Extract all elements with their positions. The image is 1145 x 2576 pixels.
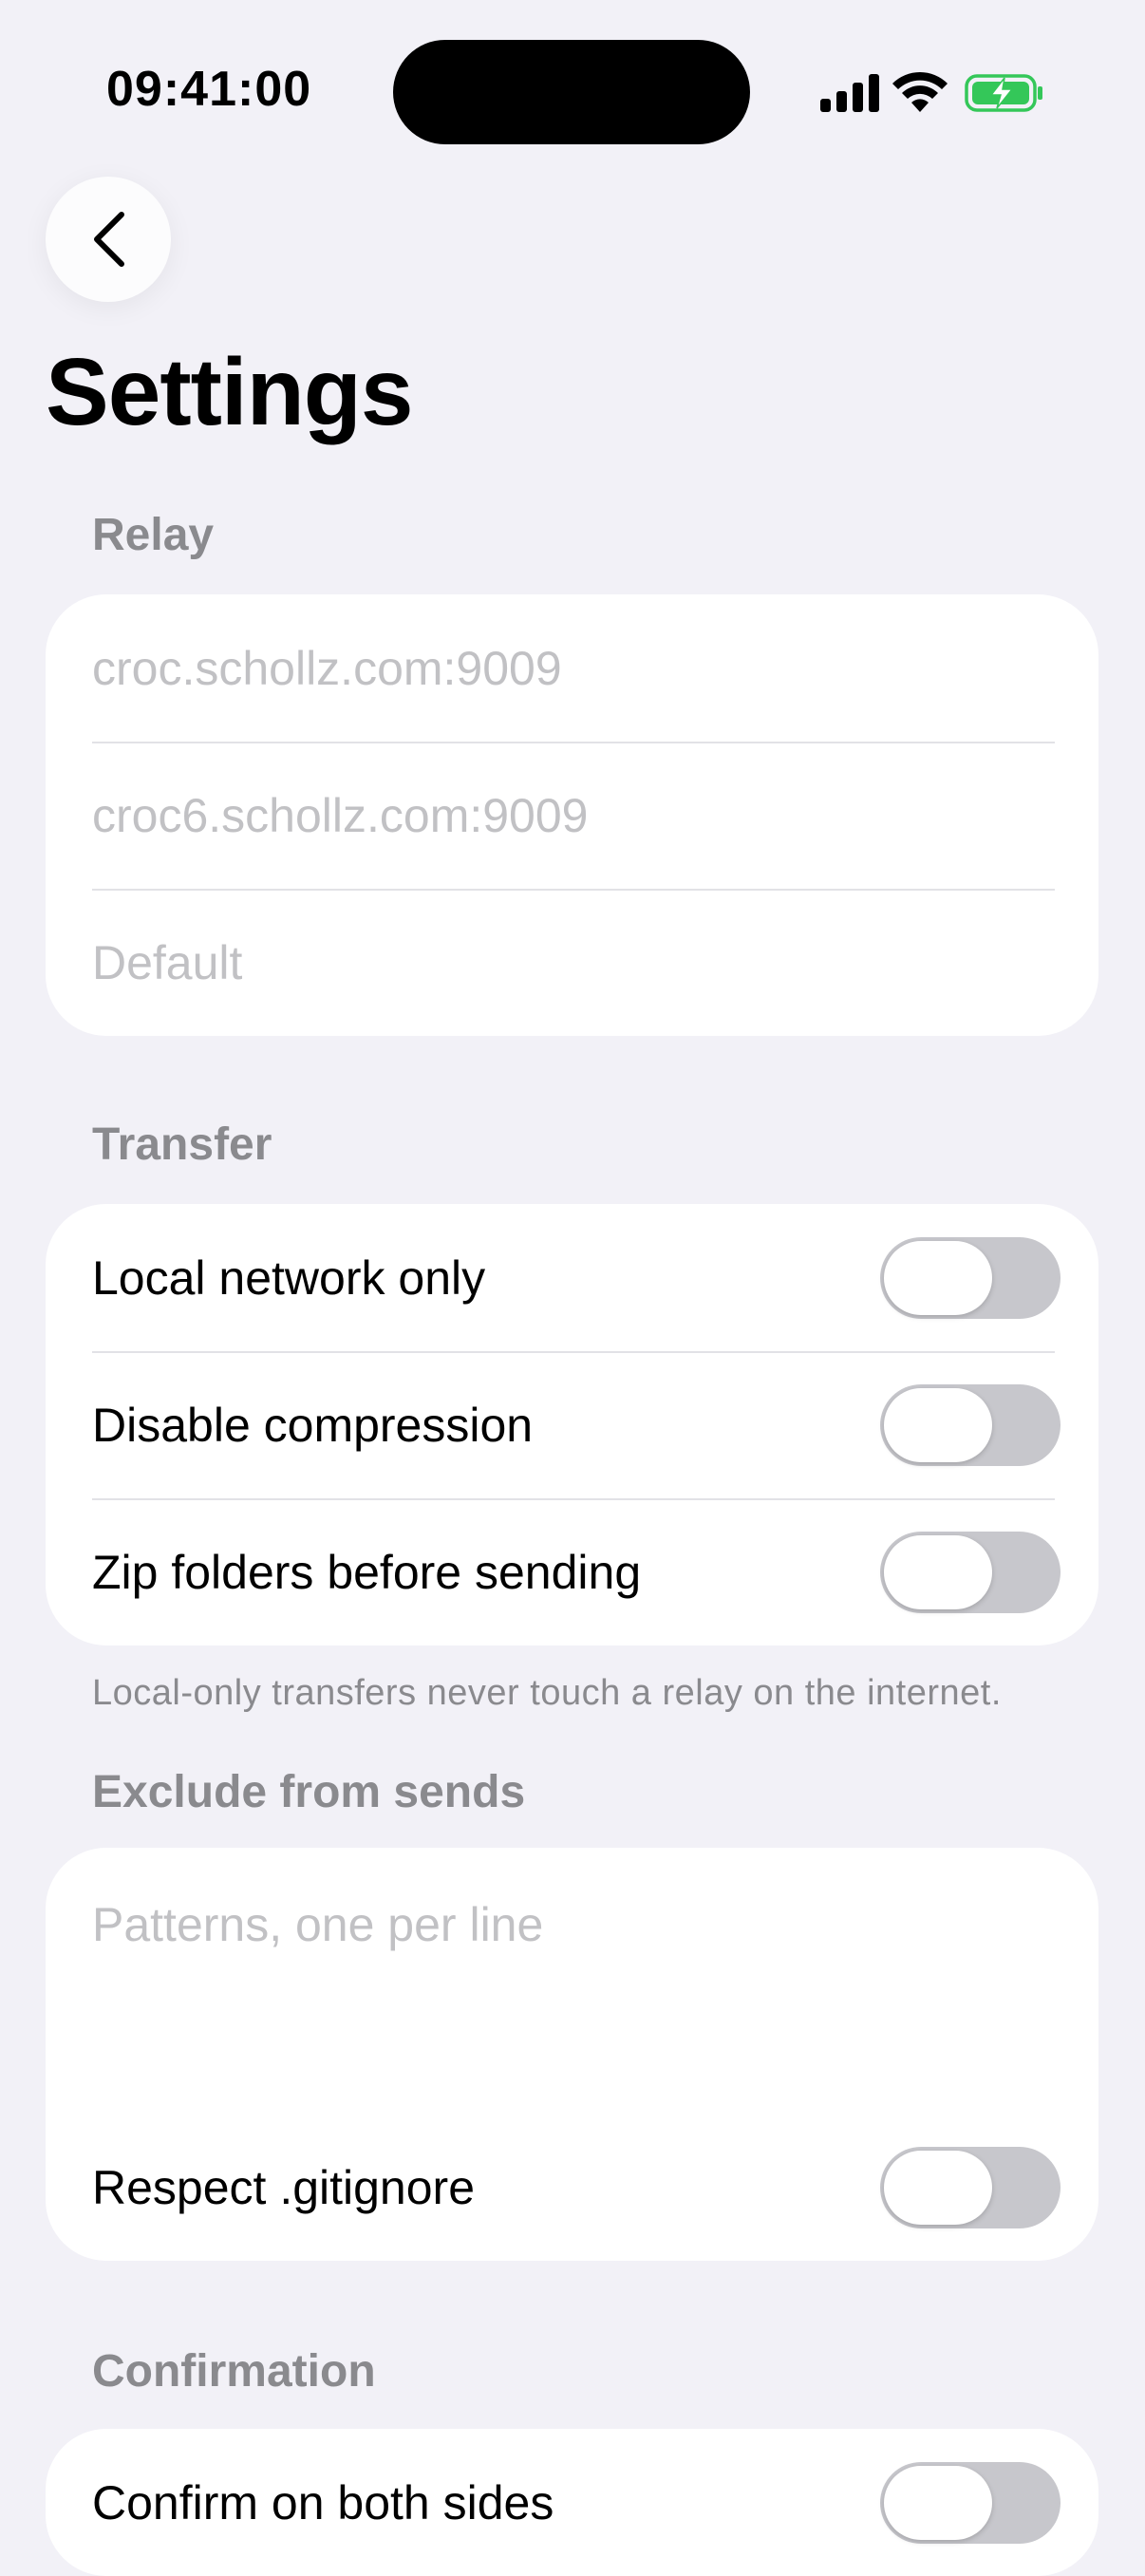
- section-header-relay: Relay: [92, 510, 215, 560]
- battery-charging-icon: [965, 74, 1042, 112]
- relay-password-placeholder: Default: [92, 935, 243, 989]
- toggle-label-respect-gitignore: Respect .gitignore: [92, 2160, 476, 2214]
- relay-field-ipv6-placeholder: croc6.schollz.com:9009: [92, 788, 589, 842]
- status-time: 09:41:00: [106, 62, 312, 117]
- cellular-signal-icon: [820, 74, 879, 112]
- toggle-knob: [884, 1534, 992, 1609]
- transfer-card: Local network only Disable compression Z…: [46, 1204, 1098, 1645]
- chevron-left-icon: [94, 212, 124, 267]
- toggle-confirm-both-sides[interactable]: [880, 2461, 1061, 2544]
- page-title: Settings: [46, 339, 413, 445]
- toggle-label-zip-folders: Zip folders before sending: [92, 1545, 642, 1599]
- back-button[interactable]: [46, 177, 171, 302]
- toggle-zip-folders[interactable]: [880, 1531, 1061, 1613]
- dynamic-island: [393, 40, 750, 144]
- toggle-row-respect-gitignore: Respect .gitignore: [46, 2114, 1098, 2261]
- toggle-knob: [884, 2465, 992, 2540]
- toggle-respect-gitignore[interactable]: [880, 2146, 1061, 2228]
- toggle-label-local-network: Local network only: [92, 1250, 486, 1305]
- exclude-patterns-placeholder: Patterns, one per line: [92, 1898, 544, 1951]
- wifi-icon: [892, 71, 948, 112]
- toggle-row-zip-folders: Zip folders before sending: [46, 1498, 1098, 1645]
- section-header-exclude: Exclude from sends: [92, 1767, 526, 1817]
- toggle-knob: [884, 1240, 992, 1315]
- toggle-local-network[interactable]: [880, 1236, 1061, 1319]
- toggle-disable-compression[interactable]: [880, 1383, 1061, 1466]
- exclude-card: Patterns, one per line Respect .gitignor…: [46, 1848, 1098, 2261]
- toggle-label-disable-compression: Disable compression: [92, 1398, 534, 1452]
- exclude-patterns-textarea[interactable]: Patterns, one per line: [46, 1848, 1098, 2114]
- transfer-footer-note: Local-only transfers never touch a relay…: [92, 1673, 1002, 1713]
- toggle-row-local-network: Local network only: [46, 1204, 1098, 1351]
- relay-field-ipv6[interactable]: croc6.schollz.com:9009: [46, 742, 1098, 889]
- confirmation-card: Confirm on both sides: [46, 2429, 1098, 2576]
- section-header-transfer: Transfer: [92, 1119, 272, 1170]
- relay-field-ipv4-placeholder: croc.schollz.com:9009: [92, 641, 562, 695]
- relay-card: croc.schollz.com:9009 croc6.schollz.com:…: [46, 594, 1098, 1036]
- toggle-knob: [884, 1387, 992, 1462]
- relay-password-field[interactable]: Default: [46, 889, 1098, 1036]
- toggle-row-confirm-both-sides: Confirm on both sides: [46, 2429, 1098, 2576]
- toggle-knob: [884, 2150, 992, 2225]
- relay-field-ipv4[interactable]: croc.schollz.com:9009: [46, 594, 1098, 742]
- toggle-label-confirm-both-sides: Confirm on both sides: [92, 2475, 554, 2529]
- section-header-confirmation: Confirmation: [92, 2346, 376, 2397]
- toggle-row-disable-compression: Disable compression: [46, 1351, 1098, 1498]
